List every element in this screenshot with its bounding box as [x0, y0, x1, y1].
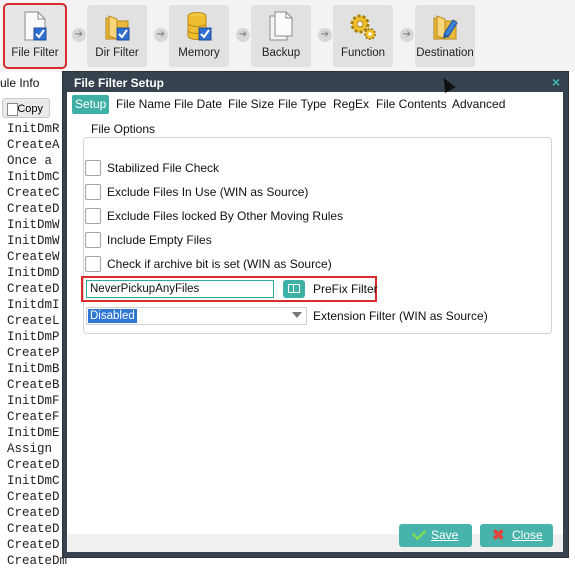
log-line: InitDmC	[7, 170, 60, 184]
log-line: InitDmD	[7, 266, 60, 280]
log-line: CreateC	[7, 186, 60, 200]
tab-strip: Setup File Name File Date File Size File…	[67, 92, 563, 116]
checkbox-label: Check if archive bit is set (WIN as Sour…	[107, 257, 332, 271]
close-button[interactable]: ✖ Close	[480, 524, 553, 547]
extension-filter-select[interactable]: Disabled	[86, 307, 307, 325]
tab-file-contents[interactable]: File Contents	[373, 95, 450, 114]
tab-file-date[interactable]: File Date	[171, 95, 225, 114]
folder-check-icon	[105, 15, 130, 41]
module-info-tab[interactable]: ule Info	[0, 76, 70, 92]
checkbox[interactable]	[85, 208, 101, 224]
log-line: CreateW	[7, 250, 60, 264]
log-line: InitDmW	[7, 218, 60, 232]
chevron-down-icon[interactable]	[292, 312, 302, 318]
save-button[interactable]: Save	[399, 524, 472, 547]
close-icon[interactable]: ×	[552, 74, 560, 90]
checkbox[interactable]	[85, 160, 101, 176]
chevron-right-icon: ➔	[72, 28, 86, 42]
checkbox[interactable]	[85, 184, 101, 200]
checkbox[interactable]	[85, 232, 101, 248]
log-line: CreateD	[7, 490, 60, 504]
toolbar-dir-filter-button[interactable]: Dir Filter	[87, 5, 147, 67]
dialog-body: Setup File Name File Date File Size File…	[67, 92, 563, 552]
log-line: Assign	[7, 442, 53, 456]
database-check-icon	[187, 12, 212, 41]
tab-advanced[interactable]: Advanced	[449, 95, 508, 114]
checkbox-label: Exclude Files In Use (WIN as Source)	[107, 185, 309, 199]
tab-file-type[interactable]: File Type	[275, 95, 329, 114]
checkbox-label: Exclude Files locked By Other Moving Rul…	[107, 209, 344, 223]
log-line: CreateD	[7, 458, 60, 472]
log-line: InitDmC	[7, 474, 60, 488]
tab-file-size[interactable]: File Size	[225, 95, 277, 114]
log-line: CreateD	[7, 522, 60, 536]
toolbar-memory-button[interactable]: Memory	[169, 5, 229, 67]
log-line: CreateP	[7, 346, 60, 360]
toolbar-backup-button[interactable]: Backup	[251, 5, 311, 67]
checkbox-label: Stabilized File Check	[107, 161, 220, 175]
destination-icon	[433, 15, 458, 40]
save-button-label: Save	[431, 528, 459, 542]
toolbar-label: File Filter	[11, 47, 59, 59]
log-line: InitdmI	[7, 298, 60, 312]
chevron-right-icon: ➔	[400, 28, 414, 42]
chevron-right-icon: ➔	[154, 28, 168, 42]
log-line: CreateB	[7, 378, 60, 392]
toolbar-destination-button[interactable]: Destination	[415, 5, 475, 67]
log-line: CreateD	[7, 538, 60, 552]
dialog-title: File Filter Setup	[74, 76, 165, 90]
copy-icon	[7, 103, 18, 116]
copy-button-label: Copy	[17, 103, 43, 115]
chevron-right-icon: ➔	[318, 28, 332, 42]
close-x-icon: ✖	[492, 527, 505, 544]
main-toolbar: File Filter ➔ Dir Filter ➔ Memory ➔ Back…	[0, 0, 575, 72]
close-button-label: Close	[512, 528, 543, 542]
toolbar-label: Dir Filter	[95, 47, 139, 59]
file-filter-icon	[24, 11, 47, 41]
log-line: CreateD	[7, 202, 60, 216]
tab-regex[interactable]: RegEx	[330, 95, 372, 114]
book-icon	[288, 284, 300, 293]
gear-icon	[350, 14, 376, 40]
copy-button[interactable]: Copy	[2, 98, 50, 118]
prefix-filter-label: PreFix Filter	[313, 282, 378, 296]
toolbar-label: Function	[340, 47, 386, 59]
check-icon	[411, 525, 427, 541]
toolbar-label: Backup	[261, 47, 301, 59]
log-line: Once a	[7, 154, 53, 168]
log-line: InitDmB	[7, 362, 60, 376]
log-line: InitDmR	[7, 122, 60, 136]
log-line: InitDmF	[7, 394, 60, 408]
log-line: CreateL	[7, 314, 60, 328]
log-output: InitDmR CreateA Once a InitDmC CreateC Create…	[7, 121, 67, 569]
tab-file-name[interactable]: File Name	[113, 95, 174, 114]
checkbox-label: Include Empty Files	[107, 233, 212, 247]
tab-setup[interactable]: Setup	[72, 95, 110, 114]
log-line: InitDmP	[7, 330, 60, 344]
log-line: CreateF	[7, 410, 60, 424]
log-line: CreateA	[7, 138, 60, 152]
log-line: InitDmW	[7, 234, 60, 248]
prefix-filter-browse-button[interactable]	[283, 280, 305, 298]
log-line: CreateD	[7, 506, 60, 520]
toolbar-file-filter-button[interactable]: File Filter	[3, 3, 67, 69]
extension-filter-label: Extension Filter (WIN as Source)	[313, 309, 488, 323]
log-line: CreateD	[7, 282, 60, 296]
checkbox[interactable]	[85, 256, 101, 272]
chevron-right-icon: ➔	[236, 28, 250, 42]
prefix-filter-input[interactable]: NeverPickupAnyFiles	[86, 280, 274, 298]
group-title: File Options	[89, 122, 158, 136]
documents-icon	[269, 11, 293, 41]
toolbar-label: Memory	[178, 47, 220, 59]
toolbar-label: Destination	[416, 47, 474, 59]
toolbar-function-button[interactable]: Function	[333, 5, 393, 67]
log-line: CreateDmCommand( False )	[7, 554, 67, 568]
extension-filter-value: Disabled	[88, 309, 137, 323]
file-filter-setup-dialog: File Filter Setup × Setup File Name File…	[63, 72, 568, 557]
log-line: InitDmE	[7, 426, 60, 440]
